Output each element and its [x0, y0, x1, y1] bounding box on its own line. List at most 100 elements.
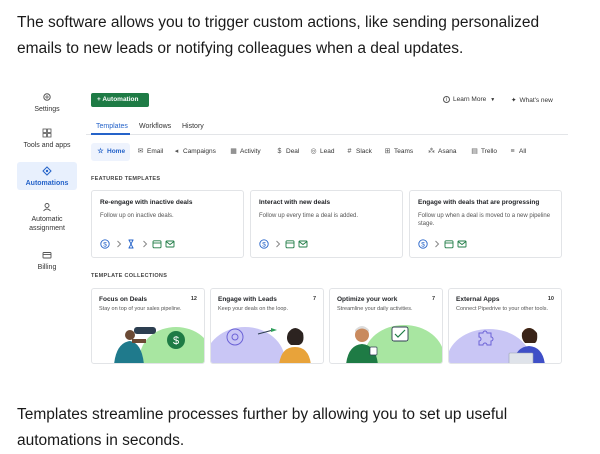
optimize-illustration	[346, 325, 442, 363]
assignment-icon	[43, 203, 51, 212]
email-icon	[165, 240, 175, 248]
sidebar-item-automatic-assignment[interactable]: Automatic assignment	[17, 202, 77, 238]
category-filter-bar: ☆ Home ✉ Email ◂ Campaigns ▦ Activity $ Deal …	[86, 143, 568, 163]
active-tab-indicator	[91, 133, 130, 135]
add-automation-button[interactable]: + Automation	[91, 93, 149, 107]
collection-description: Connect Pipedrive to your other tools.	[456, 306, 549, 312]
email-icon	[457, 240, 467, 248]
tab-templates[interactable]: Templates	[96, 123, 128, 130]
teams-icon: ⊞	[384, 148, 391, 155]
filter-label: Slack	[356, 148, 372, 155]
home-icon: ☆	[97, 148, 104, 155]
slack-icon: #	[347, 148, 352, 155]
filter-trello[interactable]: ▤ Trello	[470, 143, 497, 161]
collection-card-optimize-your-work[interactable]: Optimize your work 7 Streamline your dai…	[329, 288, 443, 364]
template-card[interactable]: Interact with new deals Follow up every …	[250, 190, 403, 258]
tools-icon	[42, 128, 52, 138]
tab-history[interactable]: History	[182, 123, 204, 130]
sidebar-item-label: Automations	[25, 180, 69, 187]
info-icon: i	[443, 96, 450, 103]
collection-count: 7	[431, 296, 435, 302]
chevron-right-icon	[117, 240, 122, 248]
filter-all[interactable]: ≡ All	[508, 143, 526, 161]
card-description: Follow up every time a deal is added.	[259, 213, 359, 219]
template-card[interactable]: Engage with deals that are progressing F…	[409, 190, 562, 258]
sparkle-icon: ✦	[511, 97, 517, 104]
whats-new-button[interactable]: ✦ What's new	[511, 96, 553, 104]
main-panel: + Automation i Learn More ▼ ✦ What's new Te…	[86, 84, 568, 366]
calendar-icon	[444, 240, 454, 249]
learn-more-dropdown[interactable]: i Learn More ▼	[443, 96, 495, 103]
tab-workflows[interactable]: Workflows	[139, 123, 171, 130]
target-icon: ◎	[310, 148, 317, 155]
card-title: Interact with new deals	[259, 199, 331, 206]
featured-templates-heading: FEATURED TEMPLATES	[91, 176, 161, 182]
external-apps-illustration	[449, 328, 545, 363]
chevron-right-icon	[435, 240, 440, 248]
card-description: Follow up when a deal is moved to a new …	[418, 213, 551, 227]
collection-description: Streamline your daily activities.	[337, 306, 413, 312]
svg-text:$: $	[421, 241, 425, 248]
filter-label: Activity	[240, 148, 261, 155]
filter-label: Email	[147, 148, 164, 155]
collection-description: Keep your deals on the loop.	[218, 306, 289, 312]
collection-count: 7	[312, 296, 316, 302]
whats-new-label: What's new	[519, 97, 553, 104]
card-description: Follow up on inactive deals.	[100, 213, 174, 219]
calendar-icon	[152, 240, 162, 249]
collection-card-external-apps[interactable]: External Apps 10 Connect Pipedrive to yo…	[448, 288, 562, 364]
learn-more-label: Learn More	[453, 96, 487, 103]
asana-icon: ⁂	[428, 148, 435, 155]
template-card[interactable]: Re-engage with inactive deals Follow up …	[91, 190, 244, 258]
svg-text:$: $	[173, 335, 179, 347]
credit-card-icon	[42, 252, 52, 259]
collection-title: Engage with Leads	[218, 296, 277, 303]
sidebar-item-label: Settings	[34, 106, 60, 113]
filter-activity[interactable]: ▦ Activity	[229, 143, 261, 161]
collection-description: Stay on top of your sales pipeline.	[99, 306, 182, 312]
dollar-icon: $	[259, 239, 269, 249]
svg-text:$: $	[103, 241, 107, 248]
filter-deal[interactable]: $ Deal	[275, 143, 300, 161]
app-window: Settings Tools and apps Automations Auto…	[16, 84, 568, 366]
filter-home[interactable]: ☆ Home	[91, 143, 131, 161]
sidebar-item-label: Billing	[37, 264, 57, 271]
filter-label: Trello	[481, 148, 498, 155]
calendar-icon	[285, 240, 295, 249]
list-icon: ≡	[510, 148, 515, 155]
dollar-icon: $	[418, 239, 428, 249]
filter-asana[interactable]: ⁂ Asana	[427, 143, 456, 161]
hourglass-icon	[128, 239, 134, 249]
filter-label: All	[519, 148, 527, 155]
deals-illustration: $	[114, 327, 204, 363]
filter-label: Home	[107, 148, 126, 155]
sidebar-item-settings[interactable]: Settings	[17, 92, 77, 118]
collection-count: 12	[190, 296, 197, 302]
filter-email[interactable]: ✉ Email	[136, 143, 164, 161]
tab-bar: Templates Workflows History	[86, 120, 568, 135]
sidebar-item-label: Automatic assignment	[29, 216, 65, 232]
collection-card-engage-with-leads[interactable]: Engage with Leads 7 Keep your deals on t…	[210, 288, 324, 364]
sidebar-item-billing[interactable]: Billing	[17, 250, 77, 274]
automations-icon	[42, 166, 52, 176]
filter-lead[interactable]: ◎ Lead	[309, 143, 334, 161]
filter-slack[interactable]: # Slack	[345, 143, 372, 161]
filter-campaigns[interactable]: ◂ Campaigns	[172, 143, 216, 161]
sidebar: Settings Tools and apps Automations Auto…	[16, 84, 78, 366]
collection-card-focus-on-deals[interactable]: Focus on Deals 12 Stay on top of your sa…	[91, 288, 205, 364]
megaphone-icon: ◂	[174, 148, 179, 155]
filter-label: Campaigns	[183, 148, 216, 155]
collection-title: Optimize your work	[337, 296, 398, 303]
card-title: Re-engage with inactive deals	[100, 199, 193, 206]
calendar-icon: ▦	[230, 148, 237, 155]
filter-teams[interactable]: ⊞ Teams	[383, 143, 414, 161]
sidebar-item-tools-and-apps[interactable]: Tools and apps	[17, 128, 77, 154]
sidebar-item-automations[interactable]: Automations	[17, 162, 77, 190]
filter-label: Teams	[394, 148, 414, 155]
collection-count: 10	[547, 296, 554, 302]
template-collections-heading: TEMPLATE COLLECTIONS	[91, 273, 168, 279]
filter-label: Deal	[286, 148, 300, 155]
chevron-right-icon	[143, 240, 148, 248]
chevron-right-icon	[276, 240, 281, 248]
dollar-icon: $	[100, 239, 110, 249]
